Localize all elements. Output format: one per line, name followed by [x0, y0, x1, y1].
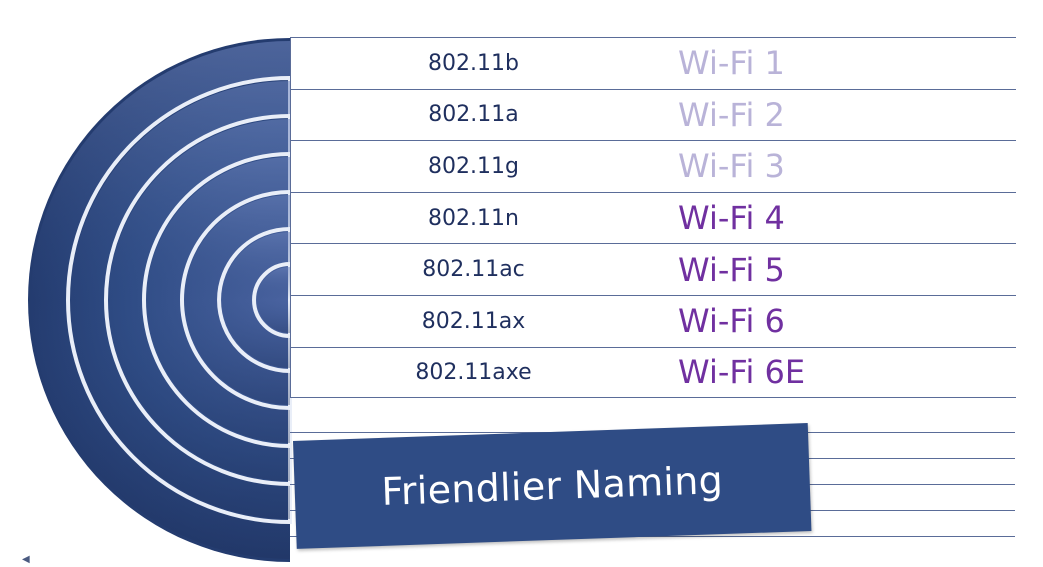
standard-cell: 802.11ac — [422, 257, 525, 283]
wifi-name-cell: Wi-Fi 5 — [678, 250, 785, 289]
wifi-name-cell: Wi-Fi 4 — [678, 199, 785, 238]
standard-cell: 802.11g — [428, 153, 519, 179]
friendlier-naming-banner: Friendlier Naming — [293, 423, 812, 549]
table-row: 802.11ac Wi-Fi 5 — [291, 243, 1016, 295]
standard-cell: 802.11n — [428, 205, 519, 231]
table-row: 802.11g Wi-Fi 3 — [291, 140, 1016, 192]
wifi-name-cell: Wi-Fi 1 — [678, 44, 785, 83]
standard-cell: 802.11ax — [421, 308, 526, 334]
slide-corner-mark: ◀ — [22, 554, 30, 565]
table-row: 802.11axe Wi-Fi 6E — [291, 346, 1016, 399]
wifi-name-cell: Wi-Fi 6E — [678, 353, 806, 392]
wifi-name-cell: Wi-Fi 3 — [678, 147, 785, 186]
table-row: 802.11n Wi-Fi 4 — [291, 191, 1016, 244]
wifi-naming-table: 802.11b Wi-Fi 1 802.11a Wi-Fi 2 802.11g … — [290, 37, 1016, 399]
standard-cell: 802.11a — [428, 102, 519, 128]
wifi-name-cell: Wi-Fi 6 — [678, 302, 785, 341]
standard-cell: 802.11b — [428, 50, 519, 76]
table-row: 802.11a Wi-Fi 2 — [291, 88, 1016, 141]
standard-cell: 802.11axe — [415, 359, 532, 385]
wifi-name-cell: Wi-Fi 2 — [678, 95, 785, 134]
banner-title: Friendlier Naming — [380, 458, 724, 514]
table-row: 802.11b Wi-Fi 1 — [291, 37, 1016, 89]
table-row: 802.11ax Wi-Fi 6 — [291, 294, 1016, 347]
